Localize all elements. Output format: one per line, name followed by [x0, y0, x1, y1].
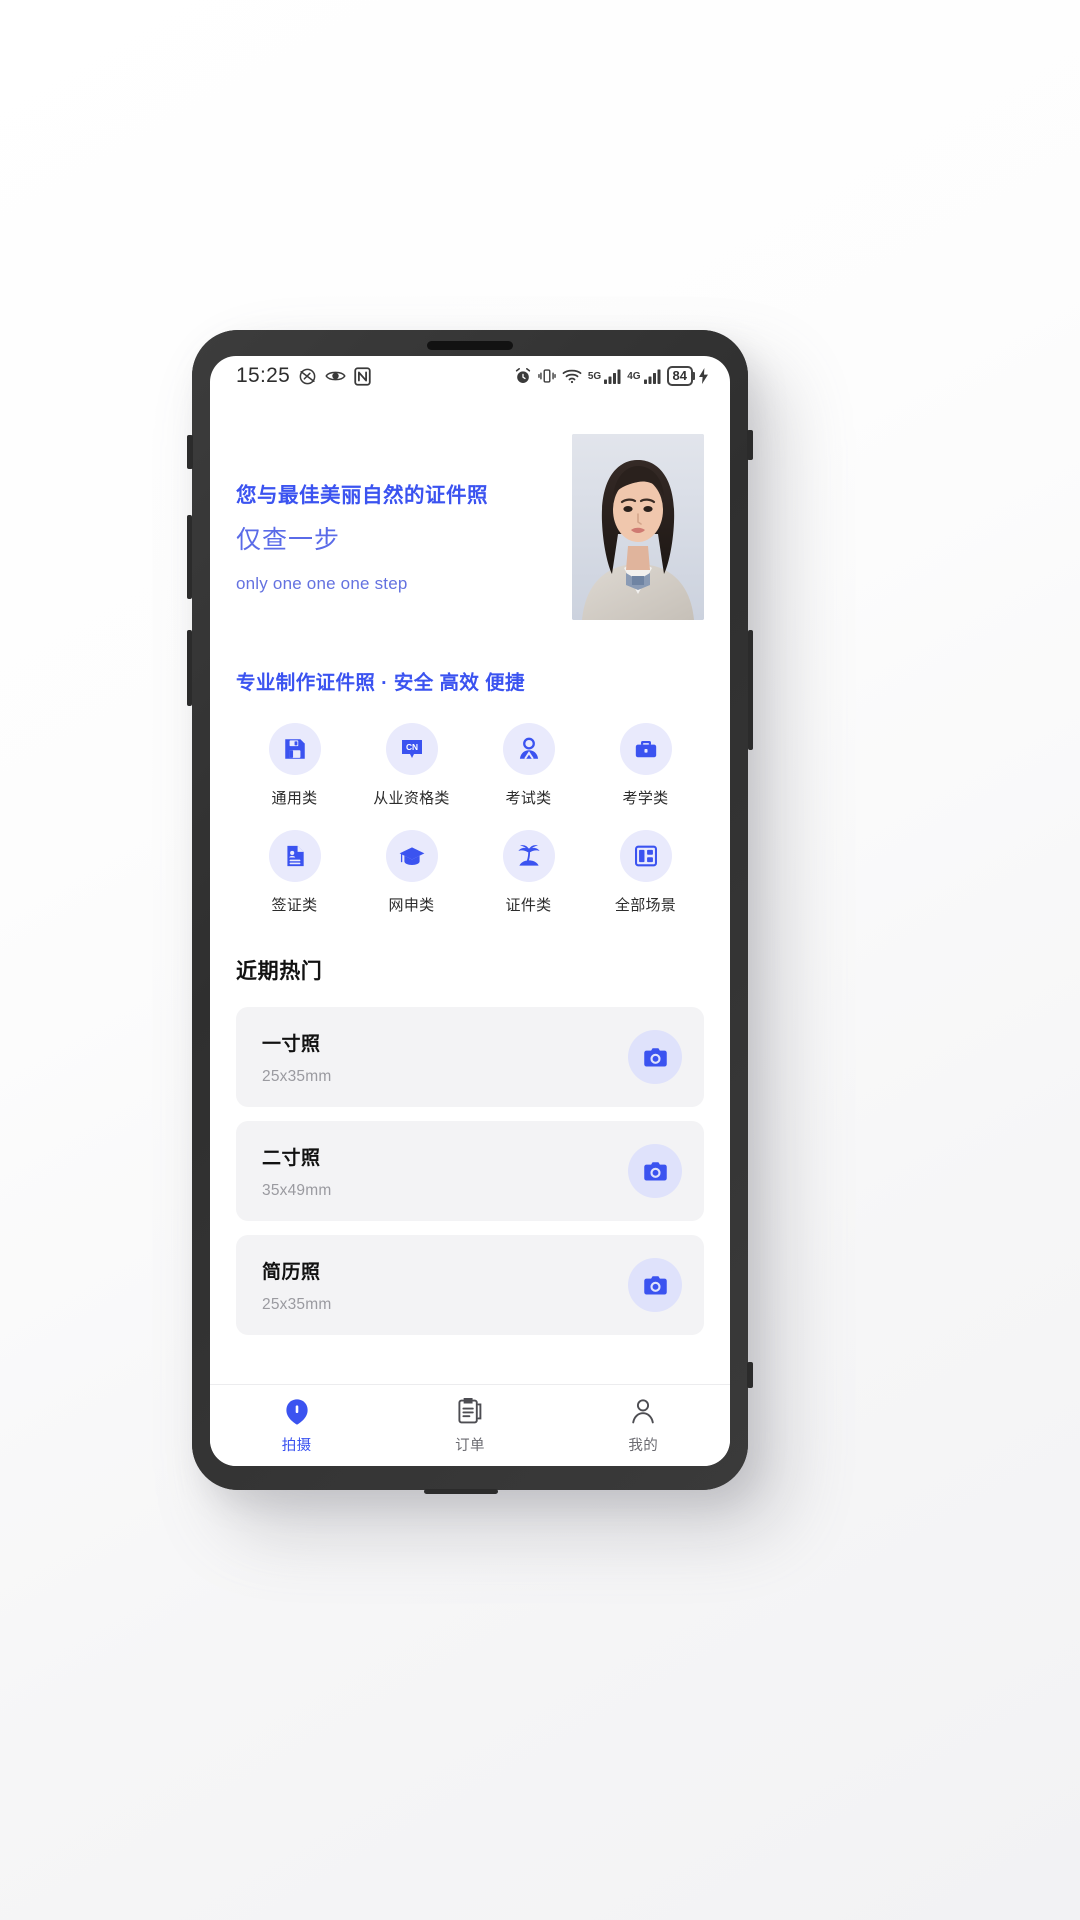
side-button-left-top[interactable] — [187, 435, 193, 469]
phone-screen: 15:25 5G 4G 84 您与最佳美丽自然的证件照 仅查一步 only on… — [210, 356, 730, 1466]
palm-tree-icon — [502, 830, 555, 882]
hero-banner: 您与最佳美丽自然的证件照 仅查一步 only one one one step — [236, 396, 704, 620]
signal-bars-secondary-icon — [643, 369, 661, 384]
vibrate-icon — [538, 367, 556, 385]
graduation-cap-icon — [385, 830, 438, 882]
promo-heading: 专业制作证件照 · 安全 高效 便捷 — [236, 672, 525, 694]
category-label: 考学类 — [622, 790, 669, 807]
category-item-visa[interactable]: 签证类 — [236, 830, 353, 915]
hot-item-size: 35x49mm — [262, 1181, 332, 1199]
signal-bars-primary-icon — [604, 369, 621, 384]
alarm-icon — [514, 367, 532, 385]
category-label: 从业资格类 — [373, 790, 450, 807]
category-label: 签证类 — [271, 897, 318, 914]
status-bar: 15:25 5G 4G 84 — [210, 356, 730, 396]
category-item-academic[interactable]: 考学类 — [587, 723, 704, 808]
floppy-disk-icon — [268, 723, 321, 775]
side-button-right-bottom[interactable] — [747, 1362, 753, 1388]
hero-subheadline: 仅查一步 — [236, 526, 341, 554]
hot-list-item[interactable]: 简历照 25x35mm — [236, 1235, 704, 1335]
nav-tab-label: 拍摄 — [281, 1437, 312, 1454]
category-item-general[interactable]: 通用类 — [236, 723, 353, 808]
order-list-icon — [457, 1397, 482, 1427]
app-scroll-content: 您与最佳美丽自然的证件照 仅查一步 only one one one step — [210, 396, 730, 1384]
hot-item-info: 一寸照 25x35mm — [262, 1029, 331, 1086]
speed-limit-icon — [298, 367, 317, 386]
volume-down-button[interactable] — [187, 630, 192, 706]
category-grid: 通用类 CN 从业资格类 考试类 考学类 签证类 网申类 证件类 全部场景 — [236, 723, 704, 915]
nfc-icon — [354, 366, 371, 386]
hot-item-title: 一寸照 — [262, 1033, 321, 1055]
bottom-navigation-bar: 拍摄 订单 我的 — [210, 1384, 730, 1466]
category-label: 全部场景 — [614, 897, 677, 914]
bottom-port-nub — [424, 1489, 498, 1494]
camera-icon[interactable] — [628, 1258, 682, 1312]
charging-bolt-icon — [699, 368, 708, 384]
phone-device-frame: 15:25 5G 4G 84 您与最佳美丽自然的证件照 仅查一步 only on… — [187, 330, 753, 1494]
svg-text:CN: CN — [405, 742, 417, 752]
battery-percent-badge: 84 — [666, 366, 696, 386]
status-bar-right-group: 5G 4G 84 — [514, 366, 708, 386]
cn-badge-icon: CN — [385, 723, 438, 775]
camera-icon[interactable] — [628, 1030, 682, 1084]
hero-headline: 您与最佳美丽自然的证件照 — [236, 484, 488, 507]
hero-subheadline-en: only one one one step — [236, 574, 408, 593]
nav-tab-profile[interactable]: 我的 — [557, 1397, 730, 1455]
earpiece-speaker — [427, 341, 513, 350]
camera-shoot-icon — [284, 1397, 310, 1427]
nav-tab-label: 我的 — [628, 1437, 659, 1454]
grid-layout-icon — [619, 830, 672, 882]
camera-icon[interactable] — [628, 1144, 682, 1198]
nav-tab-orders[interactable]: 订单 — [383, 1397, 556, 1455]
hot-item-size: 25x35mm — [262, 1295, 332, 1313]
power-button[interactable] — [748, 630, 753, 750]
status-bar-clock: 15:25 — [236, 364, 291, 387]
volume-up-button[interactable] — [187, 515, 192, 599]
category-item-professional-qualification[interactable]: CN 从业资格类 — [353, 723, 470, 808]
hot-list: 一寸照 25x35mm 二寸照 35x49mm 简历照 25x35mm — [236, 1007, 704, 1335]
network-4g-label: 4G — [627, 370, 641, 382]
category-label: 通用类 — [271, 790, 318, 807]
nav-tab-label: 订单 — [455, 1437, 485, 1454]
category-label: 考试类 — [505, 790, 552, 807]
hot-item-title: 二寸照 — [262, 1147, 321, 1169]
category-item-certificate[interactable]: 证件类 — [470, 830, 587, 915]
hero-text-block: 您与最佳美丽自然的证件照 仅查一步 only one one one step — [236, 434, 488, 594]
category-label: 网申类 — [388, 897, 435, 914]
hero-portrait-photo — [572, 434, 704, 620]
category-item-online-application[interactable]: 网申类 — [353, 830, 470, 915]
category-item-all-scenes[interactable]: 全部场景 — [587, 830, 704, 915]
category-label: 证件类 — [505, 897, 552, 914]
side-button-right-top[interactable] — [747, 430, 753, 460]
id-document-icon — [268, 830, 321, 882]
person-icon — [502, 723, 555, 775]
hot-list-item[interactable]: 二寸照 35x49mm — [236, 1121, 704, 1221]
network-5g-label: 5G — [587, 370, 602, 382]
wifi-icon — [562, 368, 582, 384]
briefcase-icon — [619, 723, 672, 775]
status-bar-left-group: 15:25 — [236, 364, 371, 388]
category-item-exam[interactable]: 考试类 — [470, 723, 587, 808]
hot-item-info: 简历照 25x35mm — [262, 1257, 331, 1314]
hot-item-size: 25x35mm — [262, 1067, 332, 1085]
hot-list-item[interactable]: 一寸照 25x35mm — [236, 1007, 704, 1107]
hot-section-heading: 近期热门 — [236, 960, 323, 983]
user-profile-icon — [630, 1397, 656, 1427]
eye-care-icon — [325, 368, 346, 384]
nav-tab-shoot[interactable]: 拍摄 — [210, 1397, 383, 1455]
hot-item-info: 二寸照 35x49mm — [262, 1143, 331, 1200]
hot-item-title: 简历照 — [262, 1261, 321, 1283]
